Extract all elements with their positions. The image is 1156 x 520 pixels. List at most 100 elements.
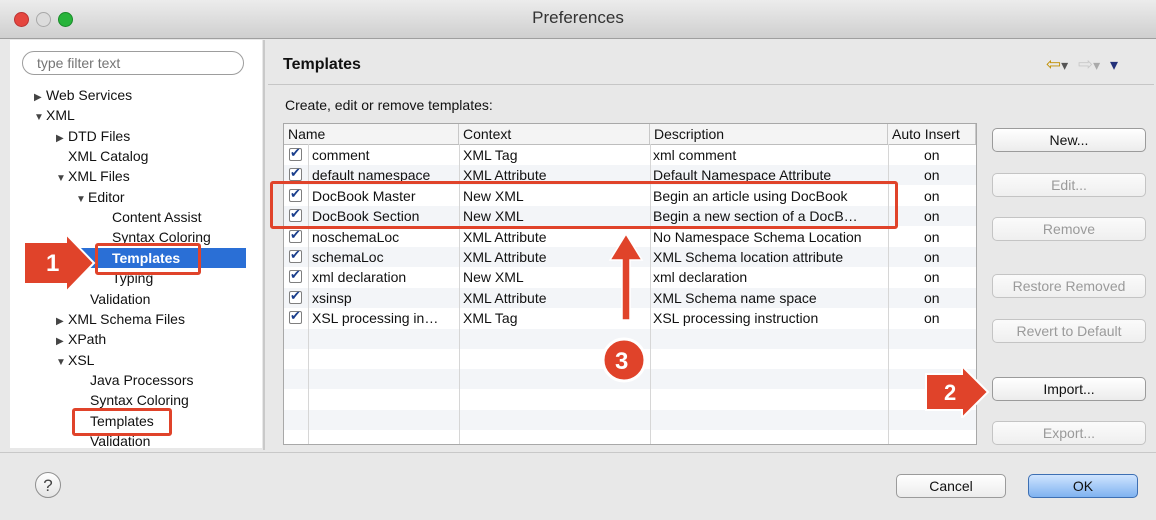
cell-auto: on <box>924 167 940 184</box>
tree-item-label: Editor <box>88 189 125 205</box>
table-row <box>284 431 976 444</box>
cell-auto: on <box>924 269 940 286</box>
cell-name: schemaLoc <box>312 249 384 265</box>
cell-name: noschemaLoc <box>312 228 400 245</box>
callout-number-3: 3 <box>615 348 628 375</box>
enabled-checkbox[interactable] <box>289 267 302 284</box>
expanded-triangle-icon[interactable]: ▼ <box>76 190 88 210</box>
back-arrow-icon[interactable]: ⇦ <box>1046 54 1061 74</box>
enabled-checkbox[interactable] <box>289 308 302 325</box>
cell-auto: on <box>924 187 940 204</box>
enabled-checkbox[interactable] <box>289 247 302 263</box>
callout-box-docbook-rows <box>270 181 898 229</box>
column-header-context[interactable]: Context <box>459 124 650 144</box>
remove-template-button[interactable]: Remove <box>992 217 1146 241</box>
callout-arrow-1: 1 <box>23 234 96 292</box>
cell-auto: on <box>924 228 940 245</box>
cell-auto: on <box>924 310 940 327</box>
back-dropdown-icon[interactable]: ▾ <box>1061 57 1068 73</box>
enabled-checkbox[interactable] <box>289 227 302 243</box>
table-row <box>284 390 976 410</box>
tree-item-label: XSL <box>68 352 95 368</box>
tree-item[interactable]: Java Processors <box>90 370 193 390</box>
tree-item[interactable]: ▼ XML Files <box>56 166 130 186</box>
cell-auto: on <box>924 208 940 225</box>
export-button[interactable]: Export... <box>992 421 1146 445</box>
restore-removed-button[interactable]: Restore Removed <box>992 274 1146 298</box>
templates-description: Create, edit or remove templates: <box>285 97 493 113</box>
cell-description: XML Schema name space <box>653 289 817 306</box>
view-menu-icon[interactable]: ▾ <box>1110 57 1118 74</box>
callout-number-1: 1 <box>46 250 59 277</box>
new-template-button[interactable]: New... <box>992 128 1146 152</box>
cell-description: xml declaration <box>653 269 748 286</box>
page-title: Templates <box>283 56 361 73</box>
tree-item[interactable]: ▶ XML Schema Files <box>56 309 185 329</box>
cell-description: XML Schema location attribute <box>653 249 844 265</box>
tree-item[interactable]: XML Catalog <box>68 146 148 166</box>
cell-name: XSL processing in… <box>312 310 439 327</box>
import-button[interactable]: Import... <box>992 377 1146 401</box>
expanded-triangle-icon[interactable]: ▼ <box>56 169 68 189</box>
tree-item[interactable]: ▼ XML <box>34 105 75 125</box>
forward-arrow-icon[interactable]: ⇨ <box>1078 54 1093 74</box>
callout-box-xml-templates <box>95 243 201 275</box>
table-row <box>284 410 976 431</box>
tree-item[interactable]: Syntax Coloring <box>90 390 189 410</box>
filter-input[interactable] <box>22 51 244 75</box>
expanded-triangle-icon[interactable]: ▼ <box>56 353 68 373</box>
revert-to-default-button[interactable]: Revert to Default <box>992 319 1146 343</box>
tree-item[interactable]: ▶ XPath <box>56 329 106 349</box>
tree-item-label: XML Catalog <box>68 148 149 164</box>
help-button[interactable]: ? <box>35 472 61 498</box>
callout-number-2: 2 <box>944 380 956 405</box>
cell-name: xsinsp <box>312 289 352 306</box>
cell-name: xml declaration <box>312 269 407 286</box>
forward-dropdown-icon[interactable]: ▾ <box>1093 57 1100 73</box>
collapsed-triangle-icon[interactable]: ▶ <box>56 332 68 352</box>
tree-item[interactable]: ▼ Editor <box>76 187 125 207</box>
column-header-description[interactable]: Description <box>650 124 888 144</box>
cell-name: comment <box>312 147 370 163</box>
cell-auto: on <box>924 289 940 306</box>
window-title: Preferences <box>532 8 624 27</box>
table-header: Name Context Description Auto Insert <box>284 124 976 145</box>
callout-box-xsl-templates <box>72 408 172 436</box>
tree-item-label: XML <box>46 107 75 123</box>
cell-auto: on <box>924 147 940 163</box>
cancel-button[interactable]: Cancel <box>896 474 1006 498</box>
tree-item[interactable]: ▶ Web Services <box>34 85 132 105</box>
table-row[interactable]: comment XML Tag xml comment on <box>284 145 976 165</box>
expanded-triangle-icon[interactable]: ▼ <box>34 108 46 128</box>
edit-template-button[interactable]: Edit... <box>992 173 1146 197</box>
tree-item-label: XML Schema Files <box>68 311 185 327</box>
tree-item[interactable]: ▶ DTD Files <box>56 126 130 146</box>
tree-item-label: Content Assist <box>112 209 202 225</box>
callout-arrow-2: 2 <box>925 366 990 418</box>
header-separator <box>268 84 1154 85</box>
tree-item-label: XML Files <box>68 168 130 184</box>
column-header-name[interactable]: Name <box>284 124 459 144</box>
cell-description: No Namespace Schema Location <box>653 228 862 245</box>
navigation-controls: ⇦▾ ⇨▾ ▾ <box>1046 54 1118 75</box>
tree-item-label: Java Processors <box>90 372 194 388</box>
tree-item[interactable]: ▼ XSL <box>56 350 94 370</box>
callout-arrow-up <box>608 232 644 321</box>
cell-context: XML Tag <box>463 147 518 163</box>
enabled-checkbox[interactable] <box>289 165 302 182</box>
column-header-auto-insert[interactable]: Auto Insert <box>888 124 976 144</box>
title-bar: Preferences <box>0 0 1156 39</box>
ok-button[interactable]: OK <box>1028 474 1138 498</box>
callout-badge-3: 3 <box>601 337 647 383</box>
cell-auto: on <box>924 249 940 265</box>
enabled-checkbox[interactable] <box>289 288 302 304</box>
tree-item-label: Validation <box>90 291 151 307</box>
enabled-checkbox[interactable] <box>289 145 302 161</box>
cell-description: xml comment <box>653 147 737 163</box>
tree-item[interactable]: Content Assist <box>112 207 202 227</box>
tree-item-label: Web Services <box>46 87 133 103</box>
collapsed-triangle-icon[interactable]: ▶ <box>56 129 68 149</box>
tree-item[interactable]: Validation <box>90 289 150 309</box>
panel-divider[interactable] <box>263 40 265 450</box>
tree-item-label: XPath <box>68 331 107 347</box>
